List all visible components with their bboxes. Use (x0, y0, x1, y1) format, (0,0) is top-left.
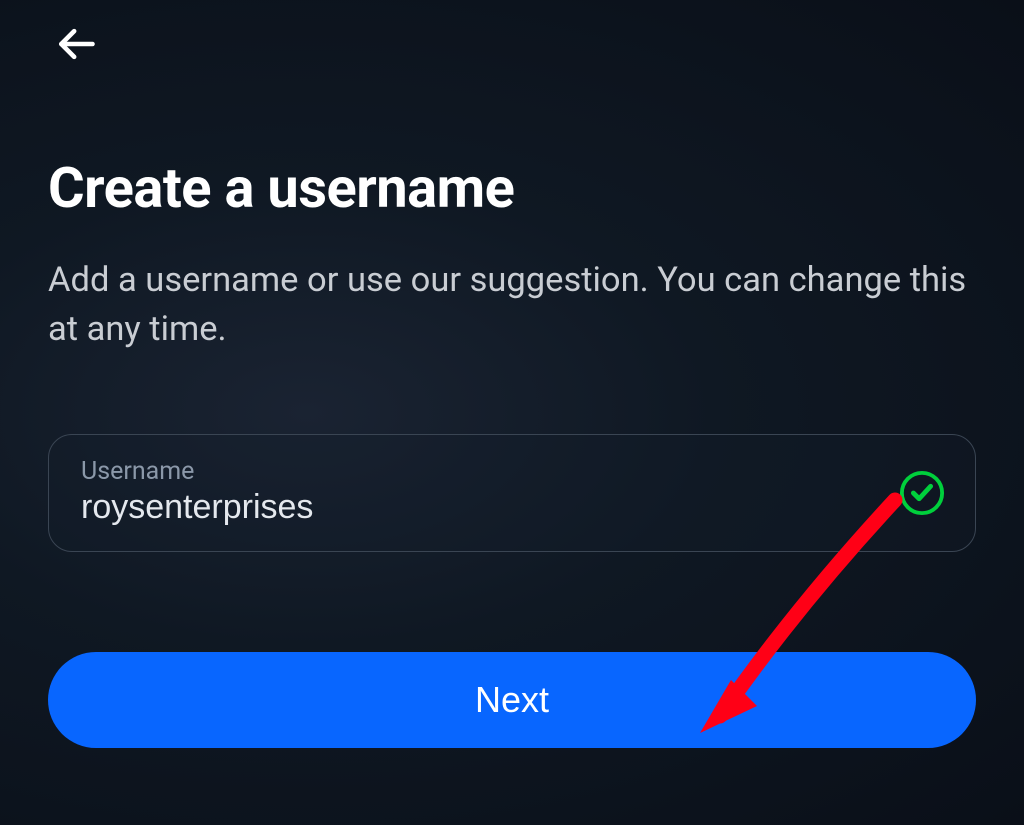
next-button-label: Next (475, 679, 549, 721)
username-label: Username (81, 457, 885, 486)
next-button[interactable]: Next (48, 652, 976, 748)
main-container: Create a username Add a username or use … (0, 0, 1024, 748)
back-button[interactable] (52, 20, 100, 68)
valid-check-icon (899, 470, 945, 516)
username-field-wrapper[interactable]: Username (48, 434, 976, 552)
page-title: Create a username (48, 155, 976, 221)
arrow-left-icon (54, 22, 98, 66)
username-input[interactable] (81, 488, 885, 527)
page-subtitle: Add a username or use our suggestion. Yo… (48, 256, 976, 354)
